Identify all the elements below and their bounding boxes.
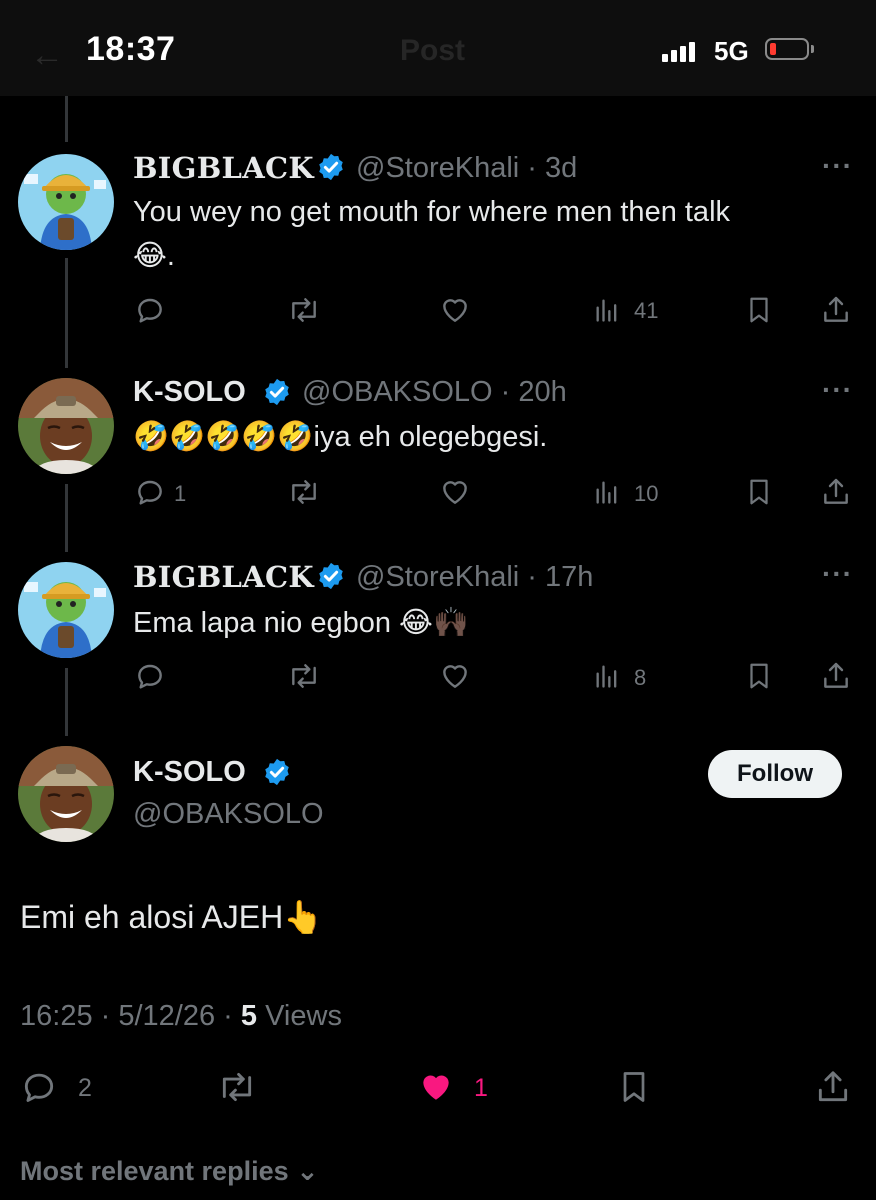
repost-icon[interactable] [286, 660, 322, 692]
thread-line [65, 484, 68, 552]
repost-icon[interactable] [286, 294, 322, 326]
views-count: 41 [634, 298, 659, 323]
bookmark-icon[interactable] [616, 1068, 652, 1106]
thread-line [65, 96, 68, 142]
reply-text: iya eh olegebgesi. [313, 421, 548, 453]
reply-handle[interactable]: @StoreKhali [356, 152, 519, 184]
status-bar: ← Post 18:37 5G [0, 0, 876, 96]
reply-text: Ema lapa nio egbon [133, 607, 391, 639]
like-icon[interactable] [438, 294, 472, 326]
thread-line [65, 258, 68, 368]
post-date[interactable]: 5/12/26 [118, 1000, 215, 1032]
views-count: 10 [634, 481, 659, 506]
reply-time[interactable]: 17h [545, 561, 593, 593]
like-icon[interactable] [438, 476, 472, 508]
bookmark-icon[interactable] [744, 476, 774, 508]
rolling-laughing-emoji-icon: 🤣🤣🤣🤣🤣 [133, 421, 314, 453]
share-icon[interactable] [820, 660, 852, 692]
avatar[interactable] [18, 746, 114, 842]
bookmark-icon[interactable] [744, 660, 774, 692]
views-icon[interactable] [592, 662, 622, 690]
follow-button[interactable]: Follow [708, 750, 842, 798]
tears-of-joy-emoji-icon: 😂 [133, 240, 167, 272]
post-text: Emi eh alosi AJEH [20, 899, 284, 935]
repost-icon[interactable] [216, 1068, 258, 1106]
avatar[interactable] [18, 154, 114, 250]
thread-line [65, 668, 68, 736]
likes-count: 1 [474, 1074, 488, 1102]
verified-badge-icon [265, 378, 289, 406]
pointing-up-emoji-icon: 👆 [283, 899, 324, 935]
more-options-icon[interactable]: ··· [822, 558, 853, 590]
reply-handle[interactable]: @StoreKhali [356, 561, 519, 593]
views-count: 8 [634, 665, 647, 690]
reply-icon[interactable] [134, 660, 166, 692]
verified-badge-icon [265, 758, 289, 786]
like-icon[interactable] [438, 660, 472, 692]
verified-badge-icon [319, 153, 343, 181]
avatar[interactable] [18, 378, 114, 474]
post-views-label: Views [265, 1000, 342, 1032]
reply-text: You wey no get mouth for where men then … [133, 196, 731, 228]
status-time: 18:37 [86, 30, 176, 68]
battery-icon [765, 38, 809, 60]
reply-icon[interactable] [134, 294, 166, 326]
share-icon[interactable] [820, 294, 852, 326]
page-title: Post [400, 34, 466, 67]
reply-icon[interactable] [134, 476, 166, 508]
share-icon[interactable] [814, 1068, 852, 1106]
post-author-name[interactable]: K-SOLO [133, 756, 246, 789]
reply-time[interactable]: 20h [518, 376, 566, 408]
avatar[interactable] [18, 562, 114, 658]
back-arrow-icon[interactable]: ← [30, 36, 64, 75]
sort-label: Most relevant replies [20, 1156, 289, 1186]
reply-author-name[interactable]: K-SOLO [133, 376, 246, 409]
signal-icon [662, 38, 702, 62]
reply-icon[interactable] [20, 1068, 58, 1106]
sort-replies-dropdown[interactable]: Most relevant replies ⌄ [20, 1156, 319, 1187]
liked-heart-icon[interactable] [416, 1068, 456, 1106]
verified-badge-icon [319, 562, 343, 590]
post-time[interactable]: 16:25 [20, 1000, 93, 1032]
replies-count: 1 [174, 481, 187, 506]
reply-author-name[interactable]: BIGBLACK [133, 151, 314, 185]
replies-count: 2 [78, 1074, 92, 1102]
post-handle[interactable]: @OBAKSOLO [133, 798, 324, 831]
raised-hands-emoji-icon: 🙌🏿 [432, 607, 470, 639]
chevron-down-icon: ⌄ [296, 1156, 319, 1186]
reply-time[interactable]: 3d [545, 152, 577, 184]
network-label: 5G [714, 36, 749, 66]
reply-author-name[interactable]: BIGBLACK [133, 560, 314, 594]
repost-icon[interactable] [286, 476, 322, 508]
share-icon[interactable] [820, 476, 852, 508]
views-icon[interactable] [592, 478, 622, 506]
post-views-count: 5 [240, 1000, 258, 1032]
tears-of-joy-emoji-icon: 😂 [399, 607, 433, 639]
bookmark-icon[interactable] [744, 294, 774, 326]
views-icon[interactable] [592, 296, 622, 324]
more-options-icon[interactable]: ··· [822, 374, 853, 406]
more-options-icon[interactable]: ··· [822, 150, 853, 182]
reply-text-suffix: . [166, 240, 175, 272]
reply-handle[interactable]: @OBAKSOLO [302, 376, 493, 408]
